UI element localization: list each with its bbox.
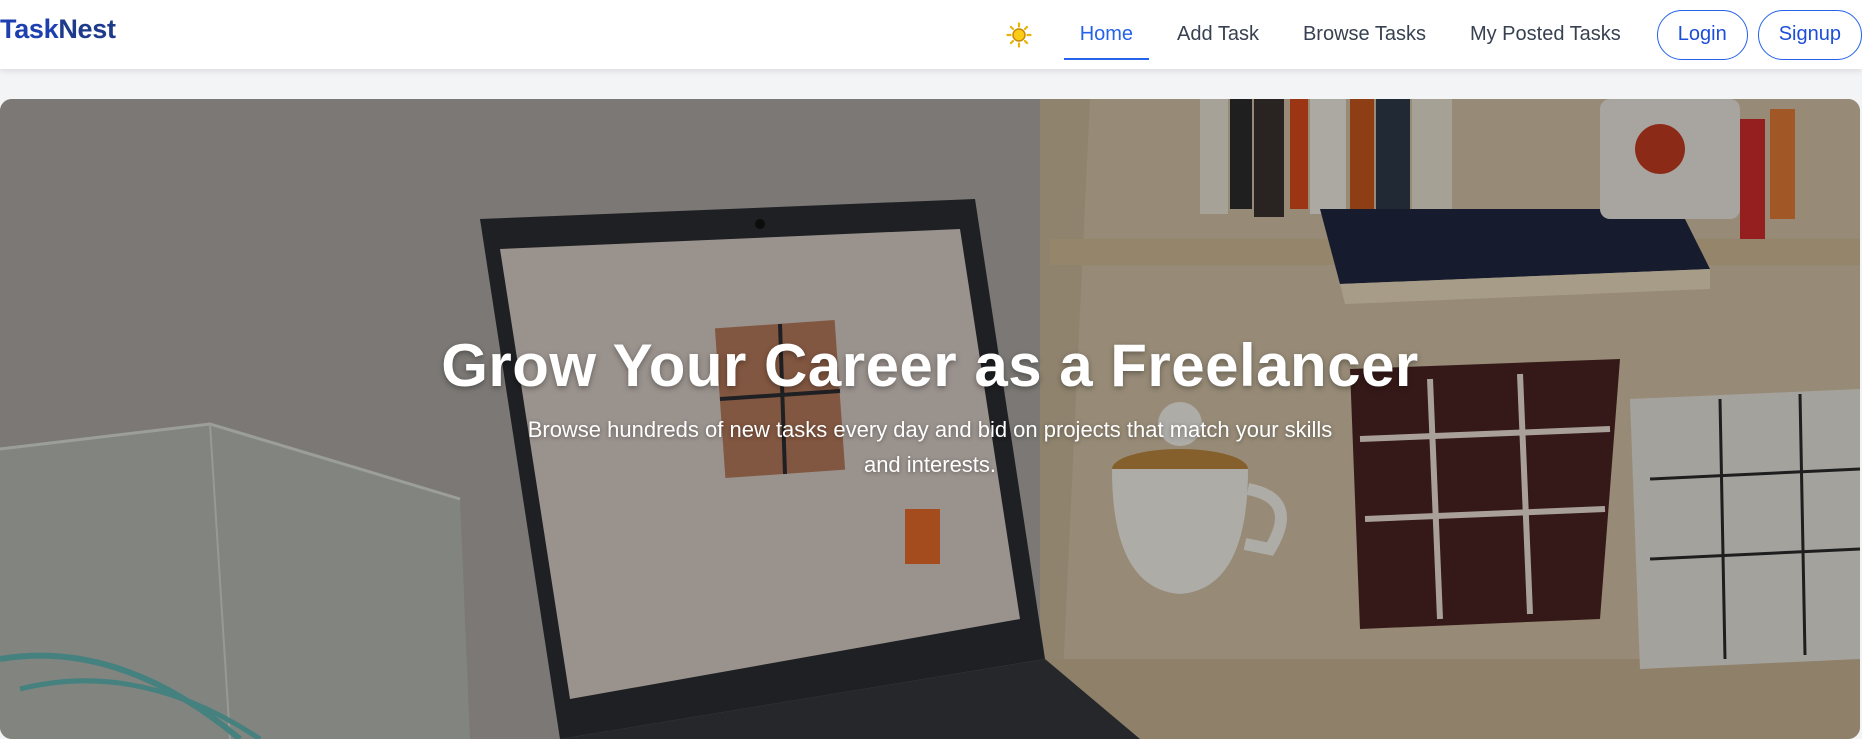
theme-toggle-button[interactable] — [1004, 20, 1034, 50]
sun-icon — [1006, 21, 1032, 48]
brand-logo[interactable]: TaskNest — [0, 14, 116, 45]
nav-link-browse-tasks[interactable]: Browse Tasks — [1287, 10, 1442, 60]
hero-content: Grow Your Career as a Freelancer Browse … — [0, 331, 1860, 482]
brand-name-part1: Task — [0, 14, 59, 44]
hero-subtitle: Browse hundreds of new tasks every day a… — [527, 417, 1333, 477]
hero-banner: Grow Your Career as a Freelancer Browse … — [0, 99, 1860, 739]
hero-title: Grow Your Career as a Freelancer — [441, 332, 1419, 399]
login-button[interactable]: Login — [1656, 9, 1748, 60]
nav-link-home[interactable]: Home — [1063, 10, 1150, 60]
nav-link-add-task[interactable]: Add Task — [1161, 10, 1275, 60]
brand-name-part2: Nest — [58, 14, 116, 44]
nav-link-my-posted-tasks[interactable]: My Posted Tasks — [1454, 10, 1637, 60]
signup-button[interactable]: Signup — [1757, 9, 1862, 60]
nav-menu: Home Add Task Browse Tasks My Posted Tas… — [1004, 0, 1862, 69]
top-navbar: TaskNest Home Add Task Browse Tasks My P… — [0, 0, 1862, 69]
